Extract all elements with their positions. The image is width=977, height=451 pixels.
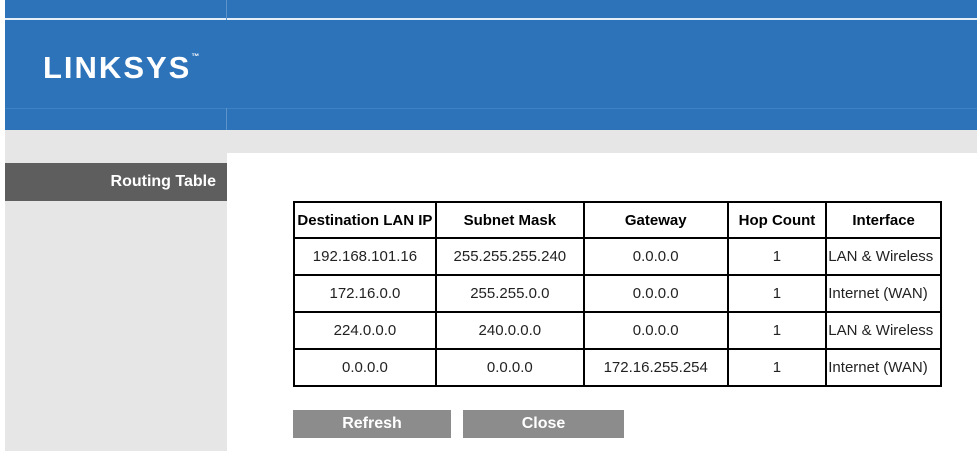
cell-destination: 224.0.0.0 bbox=[293, 311, 437, 350]
cell-hop-count: 1 bbox=[726, 311, 828, 350]
routing-table: Destination LAN IP Subnet Mask Gateway H… bbox=[293, 201, 942, 387]
cell-hop-count: 1 bbox=[726, 274, 828, 313]
column-header-destination: Destination LAN IP bbox=[293, 201, 437, 239]
table-row: 172.16.0.0 255.255.0.0 0.0.0.0 1 Interne… bbox=[293, 274, 942, 313]
header-divider bbox=[226, 0, 227, 20]
refresh-button[interactable]: Refresh bbox=[293, 410, 451, 438]
column-header-hop-count: Hop Count bbox=[726, 201, 828, 239]
cell-interface: Internet (WAN) bbox=[825, 348, 942, 387]
table-row: 0.0.0.0 0.0.0.0 172.16.255.254 1 Interne… bbox=[293, 348, 942, 387]
header-divider-lower bbox=[226, 108, 227, 130]
column-header-interface: Interface bbox=[825, 201, 942, 239]
cell-interface: Internet (WAN) bbox=[825, 274, 942, 313]
cell-interface: LAN & Wireless bbox=[825, 237, 942, 276]
cell-gateway: 0.0.0.0 bbox=[582, 274, 729, 313]
sub-header-band bbox=[5, 130, 977, 153]
cell-subnet-mask: 255.255.255.240 bbox=[434, 237, 585, 276]
main-content: Destination LAN IP Subnet Mask Gateway H… bbox=[227, 153, 977, 451]
header-bar: LINKSYS™ bbox=[5, 0, 977, 130]
table-row: 224.0.0.0 240.0.0.0 0.0.0.0 1 LAN & Wire… bbox=[293, 311, 942, 350]
close-button[interactable]: Close bbox=[463, 410, 624, 438]
table-header-row: Destination LAN IP Subnet Mask Gateway H… bbox=[293, 201, 942, 239]
cell-interface: LAN & Wireless bbox=[825, 311, 942, 350]
logo-text: LINKSYS bbox=[43, 50, 192, 85]
column-header-subnet-mask: Subnet Mask bbox=[434, 201, 585, 239]
cell-destination: 0.0.0.0 bbox=[293, 348, 437, 387]
column-header-gateway: Gateway bbox=[582, 201, 729, 239]
trademark-mark: ™ bbox=[191, 52, 200, 61]
cell-hop-count: 1 bbox=[726, 237, 828, 276]
cell-gateway: 0.0.0.0 bbox=[582, 237, 729, 276]
cell-subnet-mask: 255.255.0.0 bbox=[434, 274, 585, 313]
table-row: 192.168.101.16 255.255.255.240 0.0.0.0 1… bbox=[293, 237, 942, 276]
linksys-logo: LINKSYS™ bbox=[43, 50, 199, 86]
cell-destination: 172.16.0.0 bbox=[293, 274, 437, 313]
cell-hop-count: 1 bbox=[726, 348, 828, 387]
header-band-line bbox=[5, 108, 977, 109]
section-title: Routing Table bbox=[5, 163, 227, 201]
cell-subnet-mask: 240.0.0.0 bbox=[434, 311, 585, 350]
cell-gateway: 172.16.255.254 bbox=[582, 348, 729, 387]
sidebar: Routing Table bbox=[5, 153, 227, 451]
header-top-line bbox=[5, 18, 977, 20]
cell-destination: 192.168.101.16 bbox=[293, 237, 437, 276]
cell-subnet-mask: 0.0.0.0 bbox=[434, 348, 585, 387]
cell-gateway: 0.0.0.0 bbox=[582, 311, 729, 350]
